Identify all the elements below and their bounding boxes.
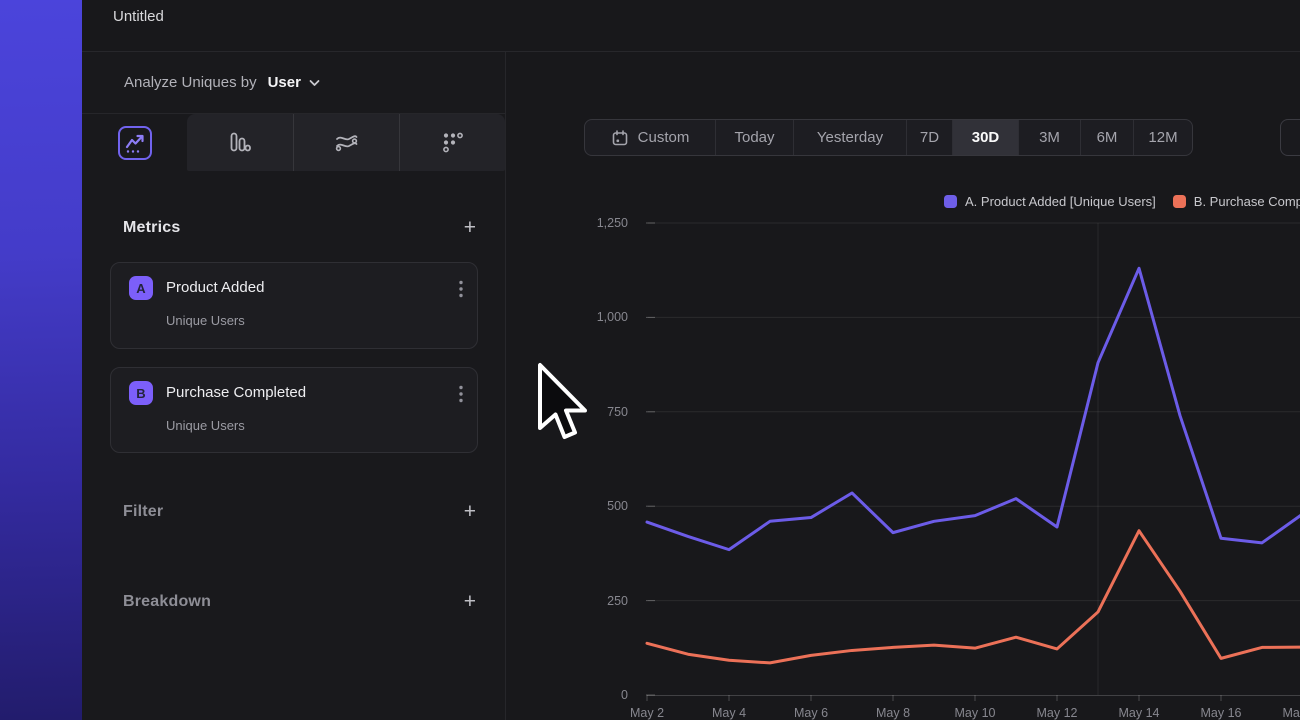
add-metric-button[interactable]: + — [464, 218, 478, 238]
breakdown-section-header: Breakdown + — [123, 587, 478, 617]
metric-badge-b: B — [129, 381, 153, 405]
metric-badge-a: A — [129, 276, 153, 300]
line-chart[interactable] — [506, 52, 1300, 720]
stream-flow-icon — [333, 130, 360, 156]
add-breakdown-button[interactable]: + — [464, 592, 478, 612]
metrics-section-title: Metrics — [123, 219, 180, 237]
tab-stream[interactable] — [293, 114, 399, 171]
metric-card-a[interactable]: A Product Added Unique Users — [110, 262, 478, 349]
line-chart-icon — [118, 126, 152, 160]
metric-subtitle[interactable]: Unique Users — [166, 313, 245, 328]
chart-panel: Custom Today Yesterday 7D 30D 3M 6M 12M … — [506, 52, 1300, 720]
dots-funnel-icon — [440, 130, 466, 156]
chart-type-tab-group — [187, 114, 505, 171]
tab-bar-chart[interactable] — [187, 114, 293, 171]
chart-type-tabstrip — [82, 114, 505, 171]
metric-options-icon[interactable] — [459, 385, 463, 403]
metric-card-b[interactable]: B Purchase Completed Unique Users — [110, 367, 478, 453]
metric-title: Purchase Completed — [166, 381, 306, 405]
analyze-entity-dropdown[interactable]: User — [268, 74, 301, 91]
tab-retention[interactable] — [399, 114, 505, 171]
series-line-b[interactable] — [647, 531, 1300, 663]
tab-line-chart[interactable] — [82, 114, 187, 171]
metrics-section-header: Metrics + — [123, 213, 478, 243]
chevron-down-icon[interactable] — [309, 79, 320, 87]
filter-section-title: Filter — [123, 503, 163, 521]
bar-chart-icon — [227, 130, 253, 156]
analyze-label: Analyze Uniques by — [124, 74, 257, 91]
metric-subtitle[interactable]: Unique Users — [166, 418, 245, 433]
analyze-row: Analyze Uniques by User — [82, 52, 505, 114]
breakdown-section-title: Breakdown — [123, 593, 211, 611]
filter-section-header: Filter + — [123, 497, 478, 527]
query-sidebar: Analyze Uniques by User — [82, 52, 506, 720]
metric-title: Product Added — [166, 276, 264, 300]
top-bar: Untitled — [82, 0, 1300, 52]
page-gradient-strip — [0, 0, 82, 720]
add-filter-button[interactable]: + — [464, 502, 478, 522]
series-line-a[interactable] — [647, 268, 1300, 549]
metric-options-icon[interactable] — [459, 280, 463, 298]
report-title[interactable]: Untitled — [113, 0, 164, 51]
